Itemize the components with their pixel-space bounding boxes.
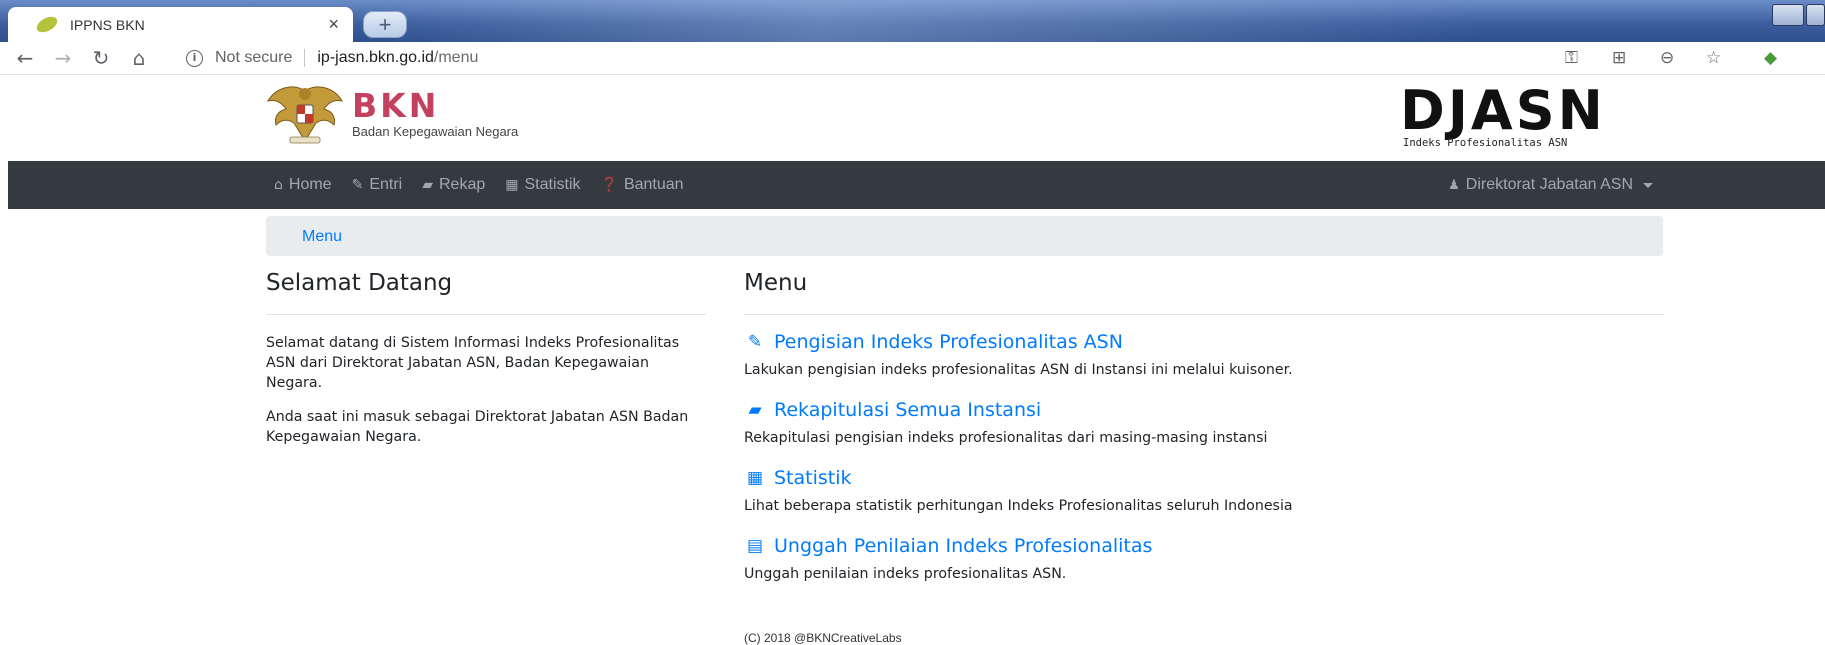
table-icon: ▤	[746, 536, 764, 556]
book-icon: ▰	[422, 177, 433, 193]
url-path: /menu	[433, 49, 479, 66]
menu-item-rekapitulasi: ▰ Rekapitulasi Semua Instansi Rekapitula…	[744, 396, 1664, 448]
welcome-paragraph-1: Selamat datang di Sistem Informasi Indek…	[266, 335, 680, 391]
book-icon: ▰	[748, 400, 762, 420]
nav-item-label: Entri	[369, 176, 403, 193]
nav-item-entri[interactable]: ✎ Entri	[352, 176, 403, 194]
tab-title: IPPNS BKN	[70, 16, 145, 33]
breadcrumb: Menu	[266, 216, 1663, 256]
table-icon: ▦	[505, 177, 519, 193]
nav-item-home[interactable]: ⌂ Home	[274, 176, 332, 194]
bkn-logo-title: BKN	[352, 86, 440, 125]
nav-item-label: Bantuan	[623, 176, 684, 193]
zoom-out-icon[interactable]: ⊖	[1660, 48, 1674, 68]
navbar-menu: ⌂ Home ✎ Entri ▰ Rekap ▦ Statistik ❓ Ban…	[274, 161, 704, 209]
nav-item-label: Rekap	[439, 176, 486, 193]
user-label: Direktorat Jabatan ASN	[1465, 176, 1633, 193]
info-icon[interactable]: i	[186, 49, 203, 67]
address-bar[interactable]: i Not secure ip-jasn.bkn.go.id/menu	[186, 49, 478, 67]
chevron-down-icon	[1643, 182, 1653, 188]
home-icon: ⌂	[274, 177, 283, 193]
question-icon: ❓	[600, 177, 618, 193]
url-host: ip-jasn.bkn.go.id	[317, 49, 434, 66]
welcome-section: Selamat Datang Selamat datang di Sistem …	[266, 266, 706, 447]
menu-link-rekapitulasi[interactable]: ▰ Rekapitulasi Semua Instansi	[744, 396, 1664, 424]
bkn-logo-subtitle: Badan Kepegawaian Negara	[352, 124, 519, 139]
nav-item-bantuan[interactable]: ❓ Bantuan	[601, 176, 684, 194]
back-arrow-icon[interactable]: ←	[12, 46, 38, 70]
menu-description: Lakukan pengisian indeks profesionalitas…	[744, 362, 1293, 378]
djasn-title: DJASN	[1400, 79, 1606, 142]
translate-icon[interactable]: ⊞	[1612, 48, 1626, 68]
menu-title: Menu	[744, 266, 1664, 315]
user-dropdown[interactable]: ♟ Direktorat Jabatan ASN	[1448, 176, 1653, 194]
menu-link-label: Rekapitulasi Semua Instansi	[774, 399, 1042, 421]
main-navbar: ⌂ Home ✎ Entri ▰ Rekap ▦ Statistik ❓ Ban…	[8, 161, 1825, 209]
menu-link-label: Pengisian Indeks Profesionalitas ASN	[774, 331, 1123, 353]
security-label: Not secure	[215, 49, 293, 66]
menu-link-label: Unggah Penilaian Indeks Profesionalitas	[774, 535, 1153, 557]
browser-toolbar: ← → ↻ ⌂ i Not secure ip-jasn.bkn.go.id/m…	[0, 42, 1825, 75]
djasn-brand: DJASN Indeks Profesionalitas ASN	[1400, 79, 1641, 150]
pencil-icon: ✎	[747, 332, 763, 352]
menu-section: Menu ✎ Pengisian Indeks Profesionalitas …	[744, 266, 1664, 584]
pencil-icon: ✎	[351, 177, 364, 193]
home-icon[interactable]: ⌂	[126, 46, 152, 70]
titlebar-background	[380, 0, 1480, 42]
nav-item-label: Home	[288, 176, 332, 193]
menu-item-unggah: ▤ Unggah Penilaian Indeks Profesionalita…	[744, 532, 1664, 584]
close-tab-icon[interactable]: ×	[328, 14, 339, 35]
bookmark-star-icon[interactable]: ☆	[1706, 48, 1721, 68]
menu-link-pengisian[interactable]: ✎ Pengisian Indeks Profesionalitas ASN	[744, 328, 1664, 356]
garuda-emblem-icon	[266, 86, 344, 144]
nav-item-rekap[interactable]: ▰ Rekap	[422, 176, 485, 194]
footer-copyright: (C) 2018 @BKNCreativeLabs	[744, 631, 902, 645]
nav-item-statistik[interactable]: ▦ Statistik	[505, 176, 580, 194]
menu-description: Lihat beberapa statistik perhitungan Ind…	[744, 498, 1293, 514]
key-icon[interactable]: ⚿	[1565, 48, 1578, 68]
menu-link-label: Statistik	[774, 467, 852, 489]
menu-link-statistik[interactable]: ▦ Statistik	[744, 464, 1664, 492]
reload-icon[interactable]: ↻	[88, 46, 114, 70]
menu-item-statistik: ▦ Statistik Lihat beberapa statistik per…	[744, 464, 1664, 516]
welcome-paragraph-2: Anda saat ini masuk sebagai Direktorat J…	[266, 409, 689, 445]
menu-item-pengisian: ✎ Pengisian Indeks Profesionalitas ASN L…	[744, 328, 1664, 380]
forward-arrow-icon[interactable]: →	[50, 46, 76, 70]
menu-link-unggah[interactable]: ▤ Unggah Penilaian Indeks Profesionalita…	[744, 532, 1664, 560]
bkn-brand: BKN Badan Kepegawaian Negara	[352, 86, 519, 140]
menu-description: Rekapitulasi pengisian indeks profesiona…	[744, 430, 1268, 446]
leaf-favicon-icon	[34, 14, 60, 35]
maximize-window-button[interactable]	[1806, 4, 1825, 26]
nav-item-label: Statistik	[524, 176, 581, 193]
address-divider	[304, 49, 306, 67]
menu-description: Unggah penilaian indeks profesionalitas …	[744, 566, 1067, 582]
browser-tab-bar: IPPNS BKN × +	[0, 0, 1825, 42]
extension-icon[interactable]: ◆	[1764, 48, 1777, 68]
site-header: BKN Badan Kepegawaian Negara DJASN Indek…	[0, 76, 1825, 161]
browser-tab[interactable]: IPPNS BKN ×	[8, 7, 353, 42]
new-tab-button[interactable]: +	[363, 11, 407, 38]
welcome-title: Selamat Datang	[266, 266, 706, 315]
calculator-icon: ▦	[746, 468, 764, 488]
breadcrumb-menu-link[interactable]: Menu	[302, 228, 342, 245]
minimize-window-button[interactable]	[1772, 4, 1804, 26]
user-icon: ♟	[1448, 177, 1460, 193]
